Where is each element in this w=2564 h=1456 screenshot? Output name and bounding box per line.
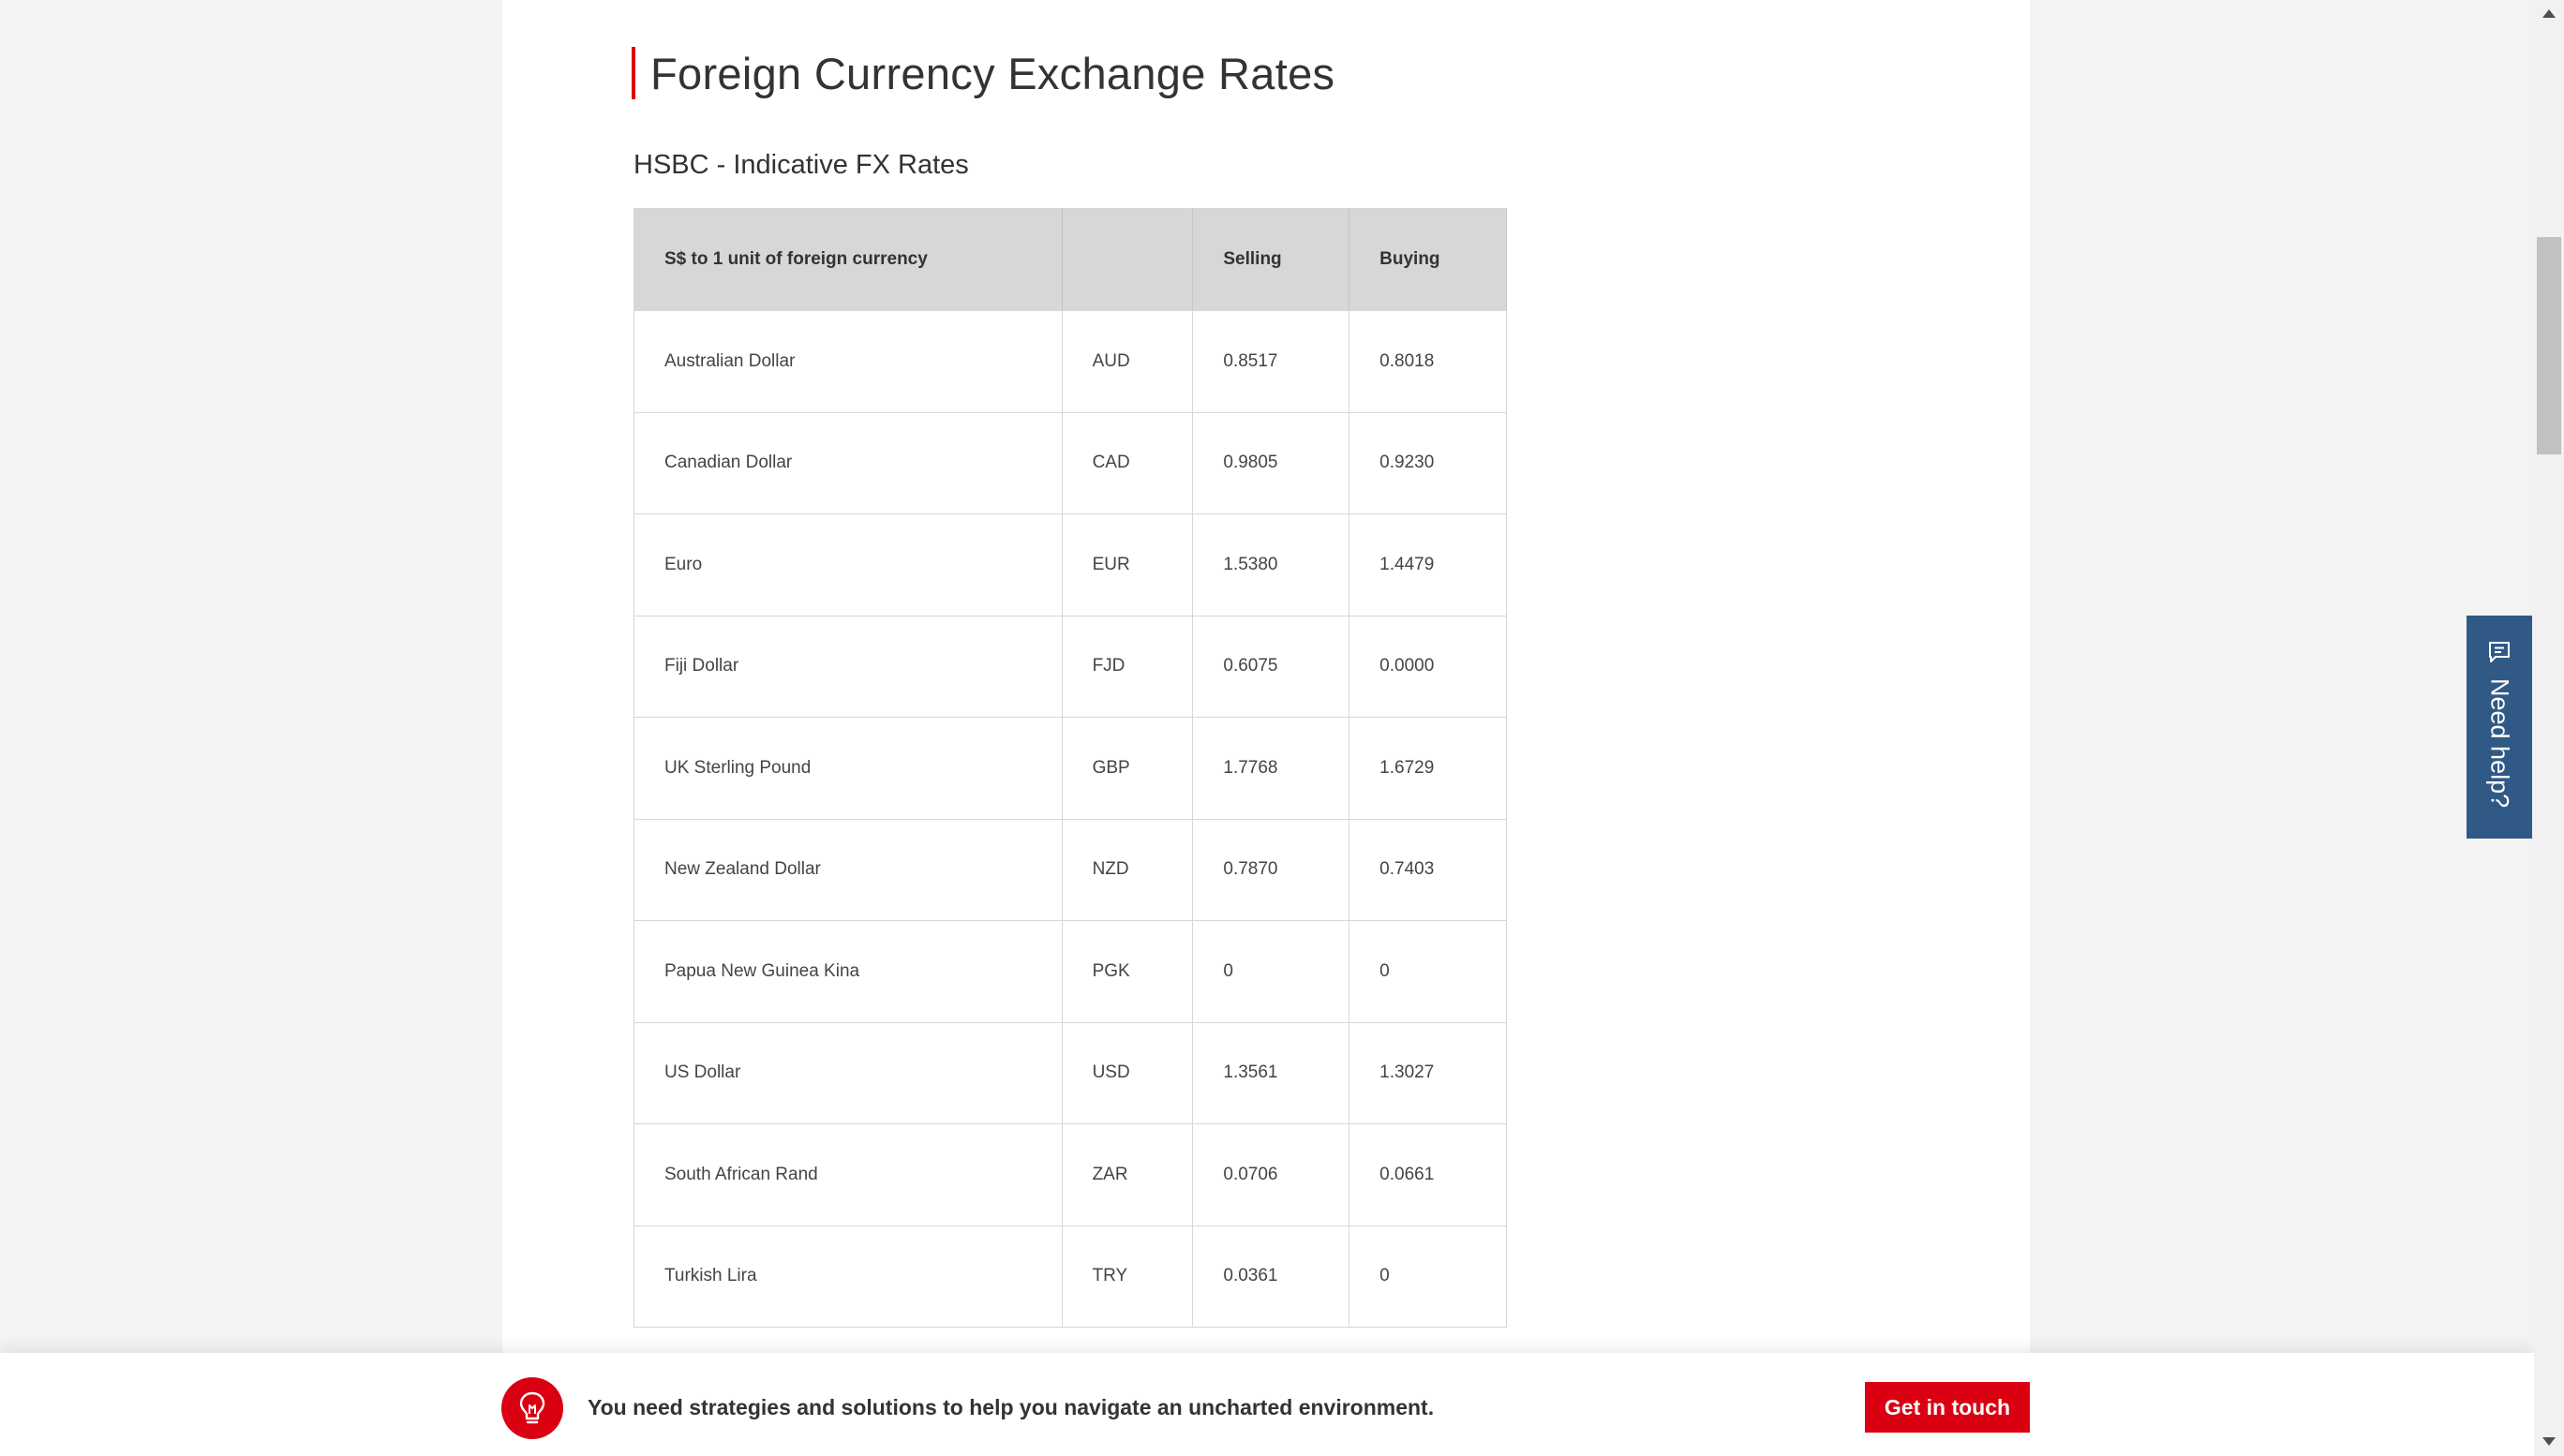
selling-rate: 0.0706 — [1192, 1123, 1350, 1226]
buying-rate: 0 — [1349, 920, 1507, 1023]
currency-code: CAD — [1061, 411, 1194, 514]
currency-name: US Dollar — [634, 1021, 1063, 1124]
header-buying: Buying — [1349, 208, 1507, 311]
currency-name: Fiji Dollar — [634, 615, 1063, 718]
table-row: UK Sterling Pound GBP 1.7768 1.6729 — [634, 717, 1507, 820]
get-in-touch-button[interactable]: Get in touch — [1865, 1382, 2030, 1433]
buying-rate: 0.0661 — [1349, 1123, 1507, 1226]
table-row: Euro EUR 1.5380 1.4479 — [634, 513, 1507, 617]
table-row: Papua New Guinea Kina PGK 0 0 — [634, 920, 1507, 1023]
header-selling: Selling — [1192, 208, 1350, 311]
buying-rate: 0.0000 — [1349, 615, 1507, 718]
currency-code: GBP — [1061, 717, 1194, 820]
header-code — [1061, 208, 1194, 311]
currency-code: ZAR — [1061, 1123, 1194, 1226]
table-row: South African Rand ZAR 0.0706 0.0661 — [634, 1123, 1507, 1226]
section-subtitle: HSBC - Indicative FX Rates — [634, 150, 969, 180]
currency-name: Papua New Guinea Kina — [634, 920, 1063, 1023]
currency-name: South African Rand — [634, 1123, 1063, 1226]
selling-rate: 1.5380 — [1192, 513, 1350, 617]
currency-code: PGK — [1061, 920, 1194, 1023]
currency-code: USD — [1061, 1021, 1194, 1124]
table-row: New Zealand Dollar NZD 0.7870 0.7403 — [634, 818, 1507, 921]
header-currency: S$ to 1 unit of foreign currency — [634, 208, 1063, 311]
table-row: Fiji Dollar FJD 0.6075 0.0000 — [634, 615, 1507, 718]
chat-icon — [2487, 640, 2512, 669]
currency-name: UK Sterling Pound — [634, 717, 1063, 820]
promo-banner: You need strategies and solutions to hel… — [0, 1353, 2534, 1456]
scroll-up-icon[interactable] — [2542, 9, 2556, 18]
fx-rates-table: S$ to 1 unit of foreign currency Selling… — [634, 208, 1507, 1328]
currency-name: Canadian Dollar — [634, 411, 1063, 514]
buying-rate: 1.4479 — [1349, 513, 1507, 617]
buying-rate: 0.7403 — [1349, 818, 1507, 921]
currency-code: EUR — [1061, 513, 1194, 617]
buying-rate: 0.9230 — [1349, 411, 1507, 514]
selling-rate: 0.7870 — [1192, 818, 1350, 921]
currency-code: AUD — [1061, 310, 1194, 413]
selling-rate: 0.9805 — [1192, 411, 1350, 514]
selling-rate: 0 — [1192, 920, 1350, 1023]
currency-name: Turkish Lira — [634, 1225, 1063, 1328]
currency-name: Euro — [634, 513, 1063, 617]
selling-rate: 0.6075 — [1192, 615, 1350, 718]
selling-rate: 0.8517 — [1192, 310, 1350, 413]
table-row: Canadian Dollar CAD 0.9805 0.9230 — [634, 411, 1507, 514]
currency-name: New Zealand Dollar — [634, 818, 1063, 921]
buying-rate: 0.8018 — [1349, 310, 1507, 413]
selling-rate: 0.0361 — [1192, 1225, 1350, 1328]
banner-message: You need strategies and solutions to hel… — [588, 1395, 1435, 1419]
buying-rate: 1.3027 — [1349, 1021, 1507, 1124]
currency-code: TRY — [1061, 1225, 1194, 1328]
table-row: US Dollar USD 1.3561 1.3027 — [634, 1021, 1507, 1124]
need-help-label: Need help? — [2485, 678, 2514, 809]
scrollbar-thumb[interactable] — [2537, 237, 2561, 454]
selling-rate: 1.7768 — [1192, 717, 1350, 820]
currency-code: NZD — [1061, 818, 1194, 921]
main-content: Foreign Currency Exchange Rates HSBC - I… — [502, 0, 2030, 1456]
buying-rate: 1.6729 — [1349, 717, 1507, 820]
buying-rate: 0 — [1349, 1225, 1507, 1328]
currency-name: Australian Dollar — [634, 310, 1063, 413]
page-scrollbar[interactable] — [2534, 0, 2564, 1456]
table-row: Australian Dollar AUD 0.8517 0.8018 — [634, 310, 1507, 413]
table-row: Turkish Lira TRY 0.0361 0 — [634, 1225, 1507, 1328]
currency-code: FJD — [1061, 615, 1194, 718]
need-help-tab[interactable]: Need help? — [2467, 616, 2532, 839]
lightbulb-icon — [501, 1377, 563, 1439]
page-title-block: Foreign Currency Exchange Rates — [632, 47, 1334, 99]
selling-rate: 1.3561 — [1192, 1021, 1350, 1124]
table-header-row: S$ to 1 unit of foreign currency Selling… — [634, 208, 1507, 311]
page-title: Foreign Currency Exchange Rates — [650, 48, 1335, 98]
scroll-down-icon[interactable] — [2542, 1437, 2556, 1446]
